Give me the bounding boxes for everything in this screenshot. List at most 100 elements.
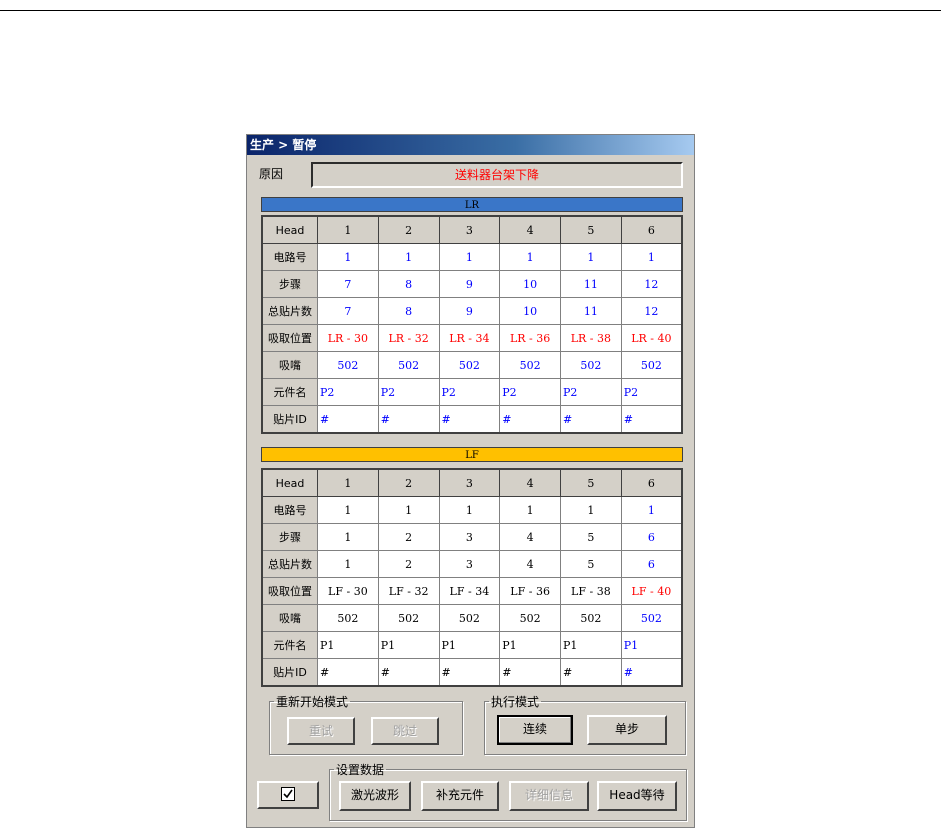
table-cell: LF - 34 bbox=[438, 577, 501, 605]
table-cell: 1 bbox=[560, 496, 622, 524]
table-cell: 1 bbox=[317, 496, 379, 524]
table-cell: # bbox=[438, 405, 501, 434]
table-row: 吸取位置 LR - 30 LR - 32 LR - 34 LR - 36 LR … bbox=[261, 324, 683, 352]
table-cell: # bbox=[377, 405, 440, 434]
table-cell: # bbox=[317, 405, 379, 434]
row-label: 吸嘴 bbox=[261, 351, 318, 379]
table-cell: 6 bbox=[620, 523, 683, 551]
row-label: 步骤 bbox=[261, 523, 318, 551]
table-cell: 3 bbox=[438, 523, 501, 551]
continuous-button[interactable]: 连续 bbox=[497, 715, 573, 745]
top-rule bbox=[0, 10, 941, 11]
table-cell: 4 bbox=[499, 523, 561, 551]
table-cell: 502 bbox=[620, 604, 683, 632]
settings-data-legend: 设置数据 bbox=[336, 763, 385, 777]
table-cell: 502 bbox=[499, 604, 561, 632]
table-cell: 502 bbox=[438, 351, 501, 379]
table-row: 电路号 1 1 1 1 1 1 bbox=[261, 496, 683, 524]
row-label: 电路号 bbox=[261, 243, 318, 271]
table-cell: 1 bbox=[620, 496, 683, 524]
header-cell: 1 bbox=[317, 215, 379, 244]
table-cell: 502 bbox=[499, 351, 561, 379]
head-wait-button[interactable]: Head等待 bbox=[597, 781, 677, 811]
table-cell: 1 bbox=[499, 243, 561, 271]
row-label: 吸取位置 bbox=[261, 324, 318, 352]
table-cell: 502 bbox=[560, 604, 622, 632]
header-cell: Head bbox=[261, 468, 318, 497]
header-cell: 6 bbox=[620, 215, 683, 244]
table-cell: P1 bbox=[620, 631, 683, 659]
retry-button[interactable]: 重试 bbox=[287, 717, 355, 745]
table-cell: # bbox=[620, 405, 683, 434]
table-cell: LF - 32 bbox=[377, 577, 440, 605]
row-label: 吸取位置 bbox=[261, 577, 318, 605]
reason-value: 送料器台架下降 bbox=[311, 162, 683, 188]
table-cell: 502 bbox=[560, 351, 622, 379]
table-cell: LR - 36 bbox=[499, 324, 561, 352]
table-cell: 502 bbox=[620, 351, 683, 379]
header-cell: Head bbox=[261, 215, 318, 244]
laser-waveform-button[interactable]: 激光波形 bbox=[339, 781, 411, 811]
lr-section-bar: LR bbox=[261, 197, 683, 212]
table-cell: P2 bbox=[620, 378, 683, 406]
table-cell: P1 bbox=[317, 631, 379, 659]
table-cell: 12 bbox=[620, 297, 683, 325]
execution-mode-legend: 执行模式 bbox=[491, 695, 540, 709]
table-cell: # bbox=[620, 658, 683, 687]
table-cell: # bbox=[560, 658, 622, 687]
table-row: 步骤 7 8 9 10 11 12 bbox=[261, 270, 683, 298]
table-cell: LR - 34 bbox=[438, 324, 501, 352]
table-cell: 4 bbox=[499, 550, 561, 578]
table-row: 吸嘴 502 502 502 502 502 502 bbox=[261, 351, 683, 379]
check-icon bbox=[281, 787, 295, 801]
table-cell: 1 bbox=[620, 243, 683, 271]
header-cell: 6 bbox=[620, 468, 683, 497]
table-cell: LR - 30 bbox=[317, 324, 379, 352]
table-cell: 502 bbox=[438, 604, 501, 632]
table-cell: 3 bbox=[438, 550, 501, 578]
table-cell: 502 bbox=[317, 351, 379, 379]
table-cell: 1 bbox=[438, 496, 501, 524]
table-cell: LF - 40 bbox=[620, 577, 683, 605]
production-pause-window: 生产 > 暂停 原因 送料器台架下降 LR Head 1 2 3 4 5 6 电… bbox=[246, 134, 695, 828]
table-row: 总贴片数 7 8 9 10 11 12 bbox=[261, 297, 683, 325]
table-cell: 10 bbox=[499, 270, 561, 298]
table-row: 总贴片数 1 2 3 4 5 6 bbox=[261, 550, 683, 578]
row-label: 元件名 bbox=[261, 631, 318, 659]
table-cell: 7 bbox=[317, 270, 379, 298]
table-cell: 9 bbox=[438, 270, 501, 298]
table-cell: 10 bbox=[499, 297, 561, 325]
row-label: 步骤 bbox=[261, 270, 318, 298]
table-row: 贴片ID # # # # # # bbox=[261, 658, 683, 687]
table-cell: 6 bbox=[620, 550, 683, 578]
row-label: 总贴片数 bbox=[261, 550, 318, 578]
header-cell: 5 bbox=[560, 468, 622, 497]
replenish-components-button[interactable]: 补充元件 bbox=[421, 781, 499, 811]
header-cell: 3 bbox=[438, 215, 501, 244]
table-cell: P2 bbox=[560, 378, 622, 406]
table-row: 电路号 1 1 1 1 1 1 bbox=[261, 243, 683, 271]
table-cell: 8 bbox=[377, 297, 440, 325]
table-row: 元件名 P1 P1 P1 P1 P1 P1 bbox=[261, 631, 683, 659]
details-button[interactable]: 详细信息 bbox=[509, 781, 589, 811]
row-label: 贴片ID bbox=[261, 405, 318, 434]
table-cell: 12 bbox=[620, 270, 683, 298]
table-cell: 11 bbox=[560, 297, 622, 325]
check-button[interactable] bbox=[257, 781, 319, 809]
row-label: 总贴片数 bbox=[261, 297, 318, 325]
skip-button[interactable]: 跳过 bbox=[371, 717, 439, 745]
table-cell: 1 bbox=[560, 243, 622, 271]
table-header-row: Head 1 2 3 4 5 6 bbox=[261, 215, 683, 244]
table-cell: 1 bbox=[317, 523, 379, 551]
single-step-button[interactable]: 单步 bbox=[587, 715, 667, 745]
table-cell: LF - 30 bbox=[317, 577, 379, 605]
table-cell: LF - 36 bbox=[499, 577, 561, 605]
header-cell: 4 bbox=[499, 468, 561, 497]
table-cell: # bbox=[560, 405, 622, 434]
table-cell: 5 bbox=[560, 550, 622, 578]
header-cell: 1 bbox=[317, 468, 379, 497]
table-cell: # bbox=[499, 658, 561, 687]
row-label: 贴片ID bbox=[261, 658, 318, 687]
header-cell: 2 bbox=[377, 215, 440, 244]
header-cell: 5 bbox=[560, 215, 622, 244]
